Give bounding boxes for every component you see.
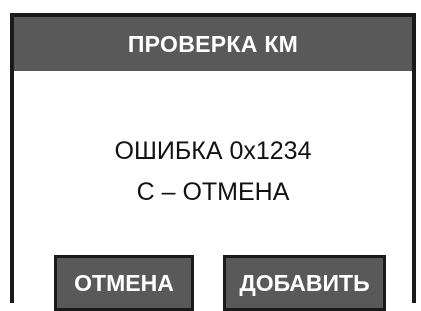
dialog-screen: ПРОВЕРКА КМ ОШИБКА 0x1234 С – ОТМЕНА ОТМ…	[10, 13, 416, 311]
error-message: ОШИБКА 0x1234	[114, 137, 312, 165]
cancel-hint: С – ОТМЕНА	[136, 178, 290, 206]
add-button[interactable]: ДОБАВИТЬ	[223, 255, 386, 311]
dialog-title: ПРОВЕРКА КМ	[14, 17, 412, 71]
cancel-button[interactable]: ОТМЕНА	[54, 255, 194, 311]
